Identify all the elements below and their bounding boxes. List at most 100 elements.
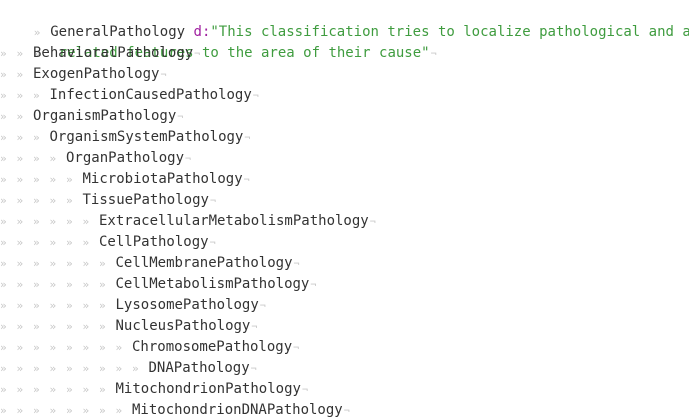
indent-guide-icon (33, 274, 50, 295)
indent-guide-icon (99, 253, 116, 274)
indent-guide-icon (33, 232, 50, 253)
indent-guide-icon (17, 127, 34, 148)
indent-guide-icon (0, 400, 17, 417)
indent-guide-icon (0, 106, 17, 127)
outline-node[interactable]: LysosomePathology (0, 295, 266, 316)
eol-marker-icon (294, 259, 300, 270)
outline-node[interactable]: ExtracellularMetabolismPathology (0, 211, 376, 232)
indent-guide-icon (116, 337, 133, 358)
outline-node[interactable]: CellPathology (0, 232, 216, 253)
indent-guide-icon (17, 169, 34, 190)
indent-guide-icon (33, 295, 50, 316)
outline-node[interactable]: InfectionCausedPathology (0, 85, 259, 106)
indent-guide-icon (0, 358, 17, 379)
indent-guide-icon (17, 316, 34, 337)
eol-marker-icon (253, 91, 259, 102)
indent-guide-icon (50, 190, 67, 211)
indent-guide-icon (0, 148, 17, 169)
indent-guide-icon (0, 253, 17, 274)
indent-guide-icon (66, 232, 83, 253)
outline-node[interactable]: TissuePathology (0, 190, 216, 211)
indent-guide-icon (99, 358, 116, 379)
outline-root-line[interactable]: GeneralPathology d:"This classification … (0, 1, 689, 40)
indent-guide-icon (99, 379, 116, 400)
indent-guide-icon (17, 337, 34, 358)
indent-guide-icon (99, 295, 116, 316)
eol-marker-icon (310, 280, 316, 291)
indent-guide-icon (83, 295, 100, 316)
outline-node-label: InfectionCausedPathology (49, 87, 252, 103)
indent-guide-icon (50, 253, 67, 274)
indent-guide-icon (83, 253, 100, 274)
indent-guide-icon (0, 43, 17, 64)
outline-node-label: CellMetabolismPathology (115, 276, 310, 292)
outline-node[interactable]: MitochondrionPathology (0, 379, 308, 400)
indent-guide-icon (50, 148, 67, 169)
eol-marker-icon (210, 238, 216, 249)
indent-guide-icon (17, 295, 34, 316)
outline-node[interactable]: OrganismSystemPathology (0, 127, 251, 148)
indent-guide-icon (66, 253, 83, 274)
indent-guide-icon (50, 337, 67, 358)
indent-guide-icon (17, 232, 34, 253)
indent-guide-icon (50, 400, 67, 417)
outline-editor[interactable]: GeneralPathology d:"This classification … (0, 0, 689, 417)
outline-node-label: CellMembranePathology (115, 255, 293, 271)
indent-guide-icon (99, 274, 116, 295)
indent-guide-icon (99, 400, 116, 417)
indent-guide-icon (0, 232, 17, 253)
eol-marker-icon (210, 196, 216, 207)
indent-guide-icon (0, 295, 17, 316)
indent-guide-icon (17, 148, 34, 169)
indent-guide-icon (66, 211, 83, 232)
outline-node-label: TissuePathology (82, 192, 209, 208)
eol-marker-icon (293, 343, 299, 354)
indent-guide-icon (0, 379, 17, 400)
outline-node[interactable]: DNAPathology (0, 358, 257, 379)
indent-guide-icon (66, 400, 83, 417)
indent-guide-icon (50, 379, 67, 400)
outline-node[interactable]: MicrobiotaPathology (0, 169, 250, 190)
eol-marker-icon (177, 112, 183, 123)
outline-node-label: MicrobiotaPathology (82, 171, 243, 187)
indent-guide-icon (33, 337, 50, 358)
outline-node[interactable]: OrganismPathology (0, 106, 183, 127)
eol-marker-icon (244, 133, 250, 144)
outline-node[interactable]: NucleusPathology (0, 316, 258, 337)
indent-guide-icon (116, 400, 133, 417)
indent-guide-icon (17, 190, 34, 211)
eol-marker-icon (431, 49, 437, 60)
indent-guide-icon (17, 400, 34, 417)
indent-guide-icon (83, 358, 100, 379)
indent-guide-icon (50, 169, 67, 190)
indent-guide-icon (83, 232, 100, 253)
indent-guide-icon (17, 211, 34, 232)
outline-node[interactable]: CellMetabolismPathology (0, 274, 317, 295)
indent-guide-icon (17, 64, 34, 85)
indent-guide-icon (83, 274, 100, 295)
indent-guide-icon (33, 211, 50, 232)
indent-guide-icon (33, 148, 50, 169)
outline-node[interactable]: ExogenPathology (0, 64, 166, 85)
indent-guide-icon (99, 337, 116, 358)
eol-marker-icon (370, 217, 376, 228)
indent-guide-icon (17, 358, 34, 379)
indent-guide-icon (17, 43, 34, 64)
indent-guide-icon (83, 379, 100, 400)
outline-node[interactable]: MitochondrionDNAPathology (0, 400, 350, 417)
eol-marker-icon (194, 49, 200, 60)
outline-node-label: MitochondrionPathology (115, 381, 301, 397)
indent-guide-icon (50, 211, 67, 232)
indent-guide-icon (33, 253, 50, 274)
outline-node-label: ExogenPathology (33, 66, 160, 82)
outline-node[interactable]: CellMembranePathology (0, 253, 300, 274)
outline-node-label: BehavioralPathology (33, 45, 194, 61)
indent-guide-icon (83, 337, 100, 358)
outline-node[interactable]: OrganPathology (0, 148, 191, 169)
indent-guide-icon (116, 358, 133, 379)
outline-node[interactable]: ChromosomePathology (0, 337, 299, 358)
indent-guide-icon (83, 211, 100, 232)
indent-guide-icon (132, 358, 149, 379)
eol-marker-icon (344, 406, 350, 417)
outline-node[interactable]: BehavioralPathology (0, 43, 200, 64)
